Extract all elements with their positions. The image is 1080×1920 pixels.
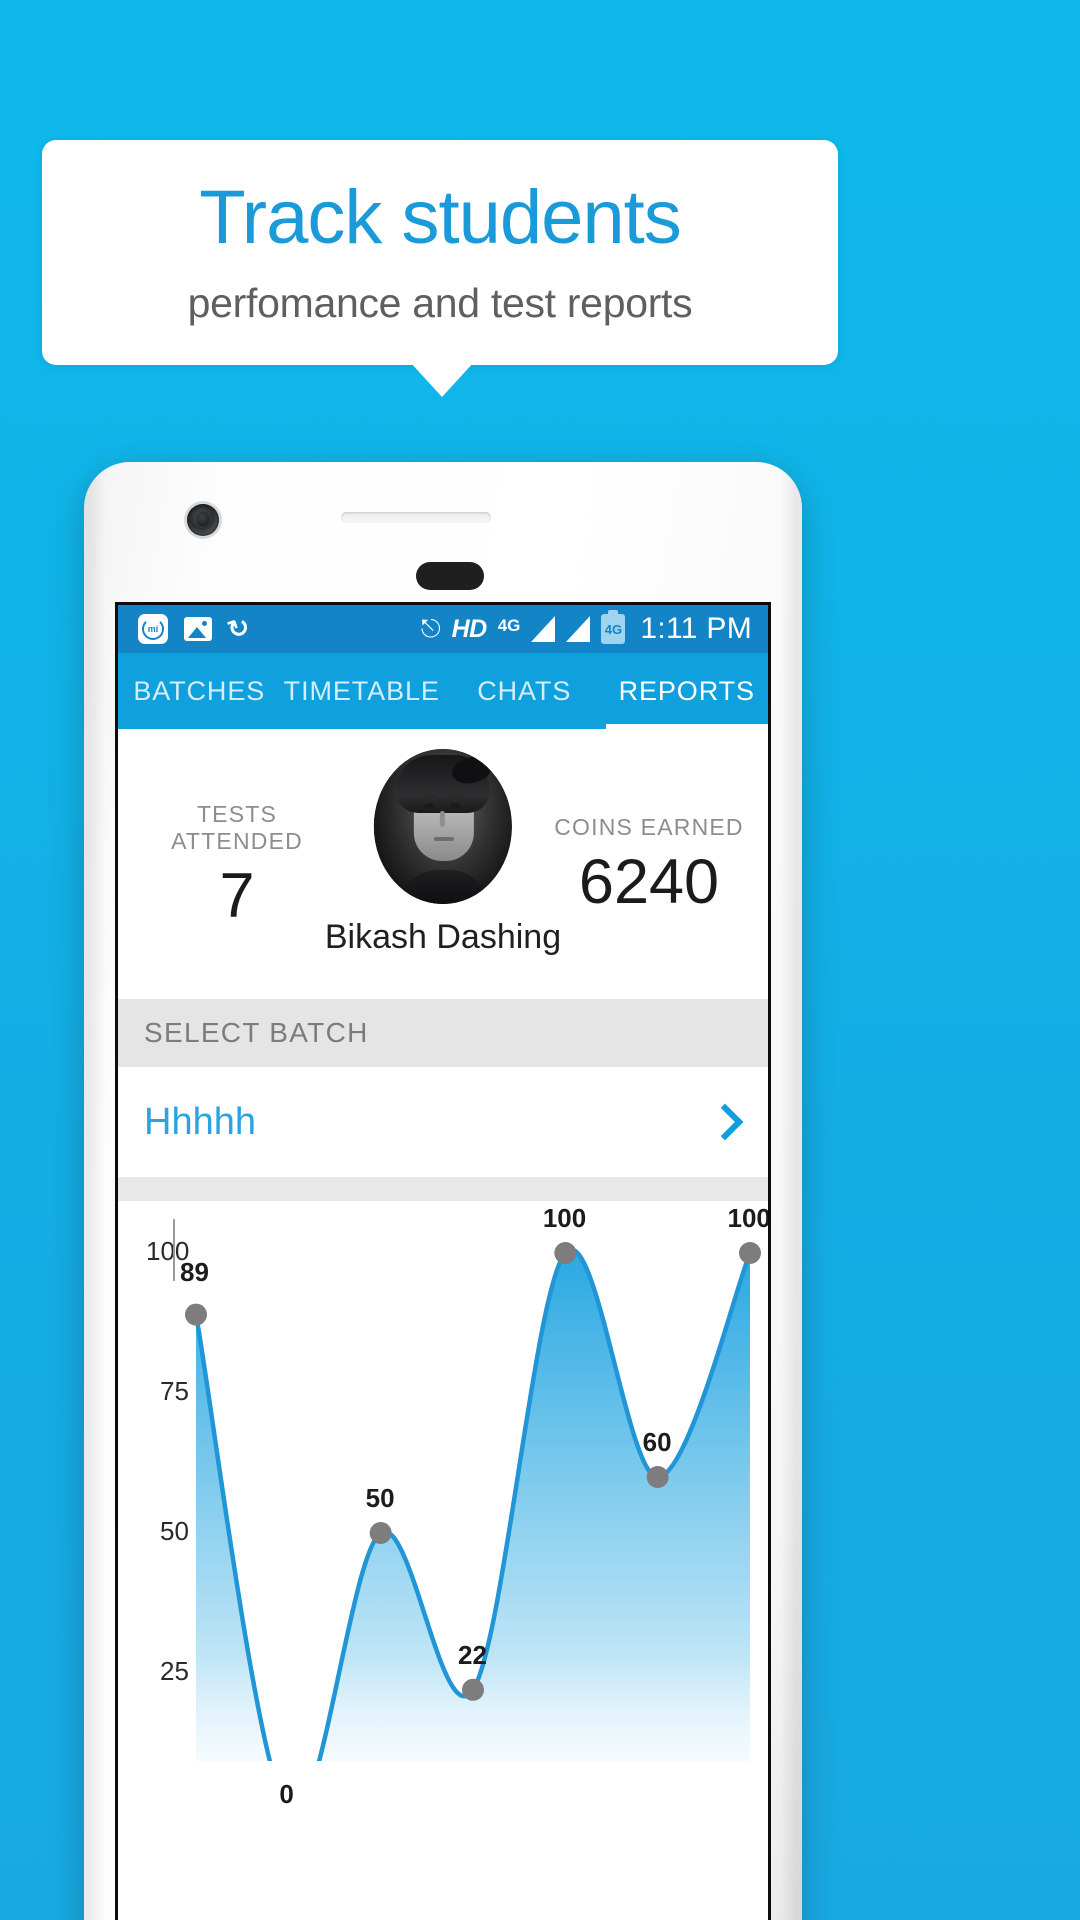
status-bar-clock: 1:11 PM	[640, 612, 752, 645]
page-subtitle: perfomance and test reports	[187, 279, 693, 326]
signal-bars-icon	[531, 616, 556, 642]
section-divider	[118, 1177, 768, 1201]
home-button[interactable]	[416, 562, 484, 590]
bluetooth-icon: ⎋	[420, 614, 441, 643]
chart-data-point[interactable]	[739, 1242, 761, 1264]
coins-earned-label: COINS EARNED	[554, 814, 744, 840]
signal-bars-icon	[566, 616, 591, 642]
chart-point-label: 22	[458, 1639, 487, 1670]
chart-data-point[interactable]	[369, 1522, 392, 1544]
tab-chats[interactable]: CHATS	[443, 676, 606, 707]
front-camera-icon	[187, 504, 219, 536]
y-axis-tick-label: 75	[160, 1376, 189, 1406]
page-title: Track students	[199, 175, 682, 261]
tests-attended-label: TESTS ATTENDED	[171, 800, 303, 854]
batch-selector-row[interactable]: Hhhhh	[118, 1067, 768, 1177]
tab-bar: BATCHES TIMETABLE CHATS REPORTS	[118, 653, 768, 729]
network-type-label: 4G	[497, 616, 521, 635]
bubble-tail	[410, 362, 474, 397]
chart-data-point[interactable]	[185, 1303, 207, 1326]
promo-bubble: Track students perfomance and test repor…	[42, 140, 838, 365]
y-axis-tick	[173, 1219, 175, 1281]
tab-timetable[interactable]: TIMETABLE	[281, 676, 444, 707]
y-axis-tick-label: 25	[160, 1656, 189, 1686]
chart-point-label: 0	[279, 1779, 294, 1809]
mi-cloud-icon: mi	[138, 614, 168, 644]
status-bar: mi ↻ ⎋ HD 4G 4G 1:11 PM	[118, 605, 768, 653]
coins-earned-stat: COINS EARNED 6240	[554, 814, 744, 914]
status-bar-left-icons: mi ↻	[138, 611, 254, 647]
tab-batches[interactable]: BATCHES	[118, 676, 281, 707]
performance-chart: 100 75 50 25 89 0 50 22 100 60 100	[118, 1201, 771, 1809]
tests-attended-stat: TESTS ATTENDED 7	[142, 801, 332, 928]
phone-mockup: mi ↻ ⎋ HD 4G 4G 1:11 PM BATCHES TIMETABL…	[84, 462, 802, 1920]
profile-summary: TESTS ATTENDED 7 Bikash Dashing COINS EA	[118, 729, 768, 999]
student-name: Bikash Dashing	[324, 918, 562, 956]
chart-data-point[interactable]	[462, 1678, 484, 1701]
gallery-image-icon	[184, 617, 212, 641]
chart-point-label: 89	[180, 1256, 209, 1287]
tab-reports[interactable]: REPORTS	[606, 676, 769, 707]
status-bar-right-icons: ⎋ HD 4G 4G 1:11 PM	[420, 610, 752, 646]
coins-earned-value: 6240	[578, 847, 720, 917]
phone-screen: mi ↻ ⎋ HD 4G 4G 1:11 PM BATCHES TIMETABL…	[115, 602, 771, 1920]
chart-point-label: 60	[642, 1427, 672, 1457]
earpiece-speaker	[341, 512, 491, 523]
y-axis-tick-label: 50	[160, 1516, 189, 1546]
hd-voice-label: HD	[451, 614, 488, 643]
sync-disabled-icon: ↻	[223, 611, 254, 647]
avatar-block: Bikash Dashing	[325, 749, 561, 957]
avatar[interactable]	[374, 749, 512, 904]
selected-batch-name: Hhhhh	[144, 1100, 256, 1143]
chevron-right-icon[interactable]	[706, 1103, 744, 1141]
performance-area-chart	[185, 1242, 761, 1761]
chart-data-point[interactable]	[554, 1242, 577, 1264]
chart-data-point[interactable]	[646, 1466, 669, 1488]
select-batch-header: SELECT BATCH	[118, 999, 768, 1067]
battery-icon: 4G	[601, 610, 626, 644]
chart-point-label: 100	[727, 1203, 771, 1233]
tests-attended-value: 7	[219, 860, 255, 931]
chart-point-label: 50	[365, 1483, 395, 1513]
chart-point-label: 100	[542, 1203, 587, 1233]
